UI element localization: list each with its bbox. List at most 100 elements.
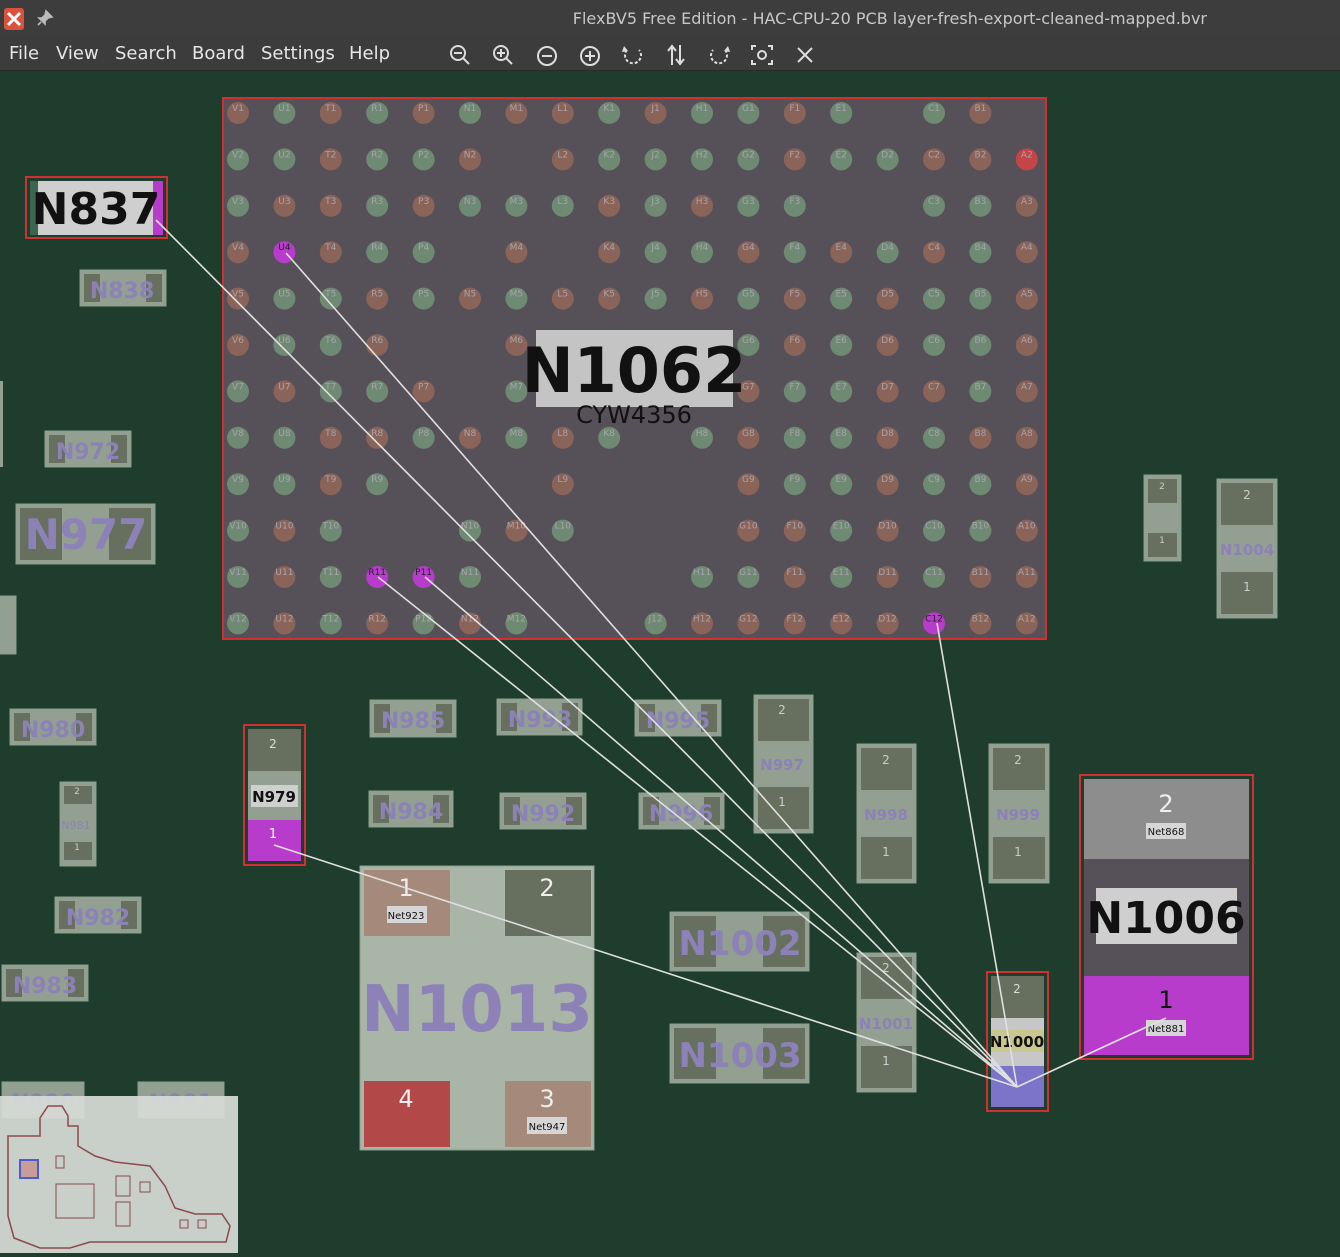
bga-pin-label: P8: [418, 429, 429, 439]
close-icon[interactable]: [789, 41, 821, 69]
bga-pin-label: C7: [928, 382, 940, 392]
bga-pin-label: D8: [881, 429, 894, 439]
bga-pin-label: R7: [371, 382, 383, 392]
bga-pin-label: V7: [232, 382, 244, 392]
bga-pin-label: K1: [603, 104, 615, 114]
menu-settings[interactable]: Settings: [261, 43, 335, 64]
bga-pin-label: E2: [835, 150, 846, 160]
part-label: N985: [381, 709, 445, 734]
bga-pin-label: K4: [603, 243, 615, 253]
part-n972[interactable]: N972: [44, 430, 132, 468]
bga-pin-label: B6: [974, 336, 986, 346]
pad-number: 2: [882, 753, 890, 767]
part-n1002[interactable]: N1002: [669, 911, 810, 972]
flip-icon[interactable]: [660, 41, 692, 69]
net-label: Net868: [1148, 827, 1185, 838]
bga-pin-label: T10: [321, 522, 339, 532]
bga-pin-label: R6: [371, 336, 383, 346]
part-n977[interactable]: N977: [15, 503, 156, 565]
bga-pin-label: A6: [1021, 336, 1033, 346]
board-minimap[interactable]: [0, 1096, 238, 1253]
bga-pin-label: B5: [974, 290, 986, 300]
part-n984[interactable]: N984: [368, 790, 454, 828]
minus-circle-icon[interactable]: [531, 41, 563, 69]
part-n838[interactable]: N838: [79, 269, 167, 307]
bga-pin-label: M1: [510, 104, 524, 114]
bga-pin-label: B11: [972, 568, 990, 578]
bga-pin-label: G5: [742, 290, 755, 300]
pad-number: 2: [1243, 488, 1251, 502]
bga-pin-label: M8: [510, 429, 524, 439]
bga-pin-label: R11: [368, 568, 386, 578]
bga-pin-label: H2: [696, 150, 709, 160]
bga-pin-label: E5: [835, 290, 846, 300]
part-small-right[interactable]: 2 1: [1143, 474, 1182, 562]
bga-pin-label: H8: [696, 429, 709, 439]
zoom-out-icon[interactable]: [444, 41, 476, 69]
bga-pin-label: J1: [650, 104, 659, 114]
part-n1004[interactable]: 2 N1004 1: [1216, 478, 1278, 619]
bga-pin-label: R12: [368, 614, 386, 624]
part-n1013[interactable]: 1 2 4 3 Net923 Net947 N1013: [359, 865, 595, 1151]
part-label: N982: [66, 906, 130, 931]
bga-pin-label: L8: [557, 429, 568, 439]
part-n998[interactable]: 2 N998 1: [856, 743, 917, 884]
part-n1003[interactable]: N1003: [669, 1023, 810, 1084]
plus-circle-icon[interactable]: [574, 41, 606, 69]
part-label: N999: [996, 806, 1040, 824]
menu-board[interactable]: Board: [192, 43, 245, 64]
part-n995[interactable]: N995: [634, 699, 722, 737]
part-n837[interactable]: N837: [25, 176, 168, 239]
bga-pin-label: D6: [881, 336, 894, 346]
bga-pin-label: E12: [833, 614, 850, 624]
pad-number: 1: [74, 843, 80, 853]
minimap-outline: [7, 1105, 231, 1249]
pad-number: 2: [778, 703, 786, 717]
part-n997[interactable]: 2 N997 1: [753, 694, 814, 834]
bga-pin-label: V1: [232, 104, 244, 114]
part-n982[interactable]: N982: [54, 896, 142, 934]
zoom-in-icon[interactable]: [487, 41, 519, 69]
part-n983[interactable]: N983: [1, 964, 89, 1002]
part-n1006[interactable]: 2 Net868 N1006 1 Net881: [1079, 774, 1254, 1060]
bga-pin-label: B3: [974, 197, 986, 207]
bga-pin-label: P1: [418, 104, 429, 114]
bga-pin-label: U2: [278, 150, 290, 160]
bga-pin-label: V3: [232, 197, 244, 207]
bga-pin-label: D5: [881, 290, 894, 300]
bga-pin-label: N5: [464, 290, 476, 300]
part-n992[interactable]: N992: [499, 792, 587, 830]
rotate-cw-icon[interactable]: [703, 41, 735, 69]
bga-pin-label: R2: [371, 150, 383, 160]
bga-pin-label: G3: [742, 197, 755, 207]
fit-view-icon[interactable]: [746, 41, 778, 69]
bga-pin-label: T3: [324, 197, 336, 207]
part-n979[interactable]: N979 2 1: [243, 724, 306, 866]
menu-file[interactable]: File: [9, 43, 39, 64]
bga-pin-label: T1: [324, 104, 336, 114]
bga-pin-label: C2: [928, 150, 940, 160]
board-canvas[interactable]: V1 U1 T1 R1 P1 N1 M1 L1 K1 J1 H1 G1 F1 E1 C1 B1 V2 U2 T2 R2…: [0, 71, 1340, 1253]
part-n980[interactable]: N980: [9, 708, 97, 746]
part-n999[interactable]: 2 N999 1: [988, 743, 1050, 884]
bga-pin-label: V11: [229, 568, 247, 578]
part-n981[interactable]: N981 2 1: [59, 781, 97, 867]
rotate-ccw-icon[interactable]: [617, 41, 649, 69]
part-label: N995: [646, 709, 710, 734]
bga-pin-label: F1: [789, 104, 800, 114]
bga-pin-label: L5: [557, 290, 568, 300]
part-n1000[interactable]: N1000 2: [986, 971, 1049, 1112]
bga-pin-label: V6: [232, 336, 244, 346]
bga-pin-label: V10: [229, 522, 247, 532]
title-bar: FlexBV5 Free Edition - HAC-CPU-20 PCB la…: [0, 0, 1340, 37]
bga-pin-label: L10: [555, 522, 572, 532]
menu-view[interactable]: View: [56, 43, 99, 64]
pad-number: 2: [74, 787, 80, 797]
menu-help[interactable]: Help: [349, 43, 390, 64]
part-n985[interactable]: N985: [369, 699, 457, 738]
bga-n1062[interactable]: V1 U1 T1 R1 P1 N1 M1 L1 K1 J1 H1 G1 F1 E1 C1 B1 V2 U2 T2 R2…: [222, 97, 1047, 640]
menu-search[interactable]: Search: [115, 43, 177, 64]
minimap-viewport[interactable]: [19, 1159, 39, 1179]
bga-pin-label: E6: [835, 336, 847, 346]
pad-number: 1: [1243, 580, 1251, 594]
